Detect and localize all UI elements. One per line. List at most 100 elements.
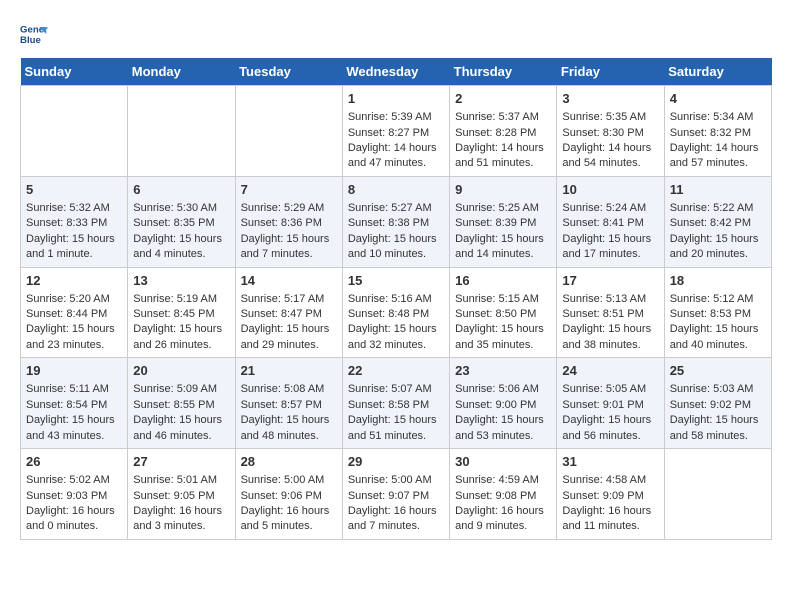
calendar-cell: 12Sunrise: 5:20 AMSunset: 8:44 PMDayligh… <box>21 267 128 358</box>
svg-text:Blue: Blue <box>20 35 41 46</box>
day-info-line: and 32 minutes. <box>348 338 444 353</box>
day-info-line: Daylight: 15 hours <box>348 413 444 428</box>
day-info-line: Sunrise: 5:39 AM <box>348 110 444 125</box>
day-number: 2 <box>455 90 551 108</box>
day-info-line: Daylight: 16 hours <box>455 504 551 519</box>
day-info-line: Sunset: 9:02 PM <box>670 398 766 413</box>
day-info-line: Sunrise: 5:29 AM <box>241 201 337 216</box>
calendar-cell: 20Sunrise: 5:09 AMSunset: 8:55 PMDayligh… <box>128 358 235 449</box>
day-info-line: Sunset: 8:38 PM <box>348 216 444 231</box>
day-info-line: Daylight: 16 hours <box>348 504 444 519</box>
day-info-line: Daylight: 14 hours <box>455 141 551 156</box>
day-info-line: Daylight: 14 hours <box>562 141 658 156</box>
day-info-line: and 53 minutes. <box>455 429 551 444</box>
day-info-line: Sunset: 8:32 PM <box>670 126 766 141</box>
week-row-4: 19Sunrise: 5:11 AMSunset: 8:54 PMDayligh… <box>21 358 772 449</box>
day-info-line: Daylight: 15 hours <box>241 413 337 428</box>
day-info-line: Sunrise: 5:02 AM <box>26 473 122 488</box>
day-info-line: and 38 minutes. <box>562 338 658 353</box>
day-info-line: Sunrise: 5:07 AM <box>348 382 444 397</box>
calendar-cell: 30Sunrise: 4:59 AMSunset: 9:08 PMDayligh… <box>450 449 557 540</box>
calendar-cell <box>664 449 771 540</box>
day-info-line: and 48 minutes. <box>241 429 337 444</box>
header-row: SundayMondayTuesdayWednesdayThursdayFrid… <box>21 58 772 86</box>
week-row-3: 12Sunrise: 5:20 AMSunset: 8:44 PMDayligh… <box>21 267 772 358</box>
calendar-body: 1Sunrise: 5:39 AMSunset: 8:27 PMDaylight… <box>21 86 772 540</box>
day-info-line: Sunrise: 5:01 AM <box>133 473 229 488</box>
week-row-1: 1Sunrise: 5:39 AMSunset: 8:27 PMDaylight… <box>21 86 772 177</box>
day-info-line: Sunrise: 5:15 AM <box>455 292 551 307</box>
day-info-line: Sunrise: 5:30 AM <box>133 201 229 216</box>
day-info-line: Sunset: 8:30 PM <box>562 126 658 141</box>
day-header-tuesday: Tuesday <box>235 58 342 86</box>
day-number: 19 <box>26 362 122 380</box>
calendar-cell: 15Sunrise: 5:16 AMSunset: 8:48 PMDayligh… <box>342 267 449 358</box>
day-info-line: Sunset: 9:05 PM <box>133 489 229 504</box>
calendar-cell: 1Sunrise: 5:39 AMSunset: 8:27 PMDaylight… <box>342 86 449 177</box>
week-row-2: 5Sunrise: 5:32 AMSunset: 8:33 PMDaylight… <box>21 176 772 267</box>
day-info-line: Sunset: 9:03 PM <box>26 489 122 504</box>
day-header-sunday: Sunday <box>21 58 128 86</box>
day-info-line: Sunset: 8:47 PM <box>241 307 337 322</box>
day-header-saturday: Saturday <box>664 58 771 86</box>
day-info-line: and 4 minutes. <box>133 247 229 262</box>
day-header-thursday: Thursday <box>450 58 557 86</box>
day-info-line: Daylight: 15 hours <box>455 232 551 247</box>
week-row-5: 26Sunrise: 5:02 AMSunset: 9:03 PMDayligh… <box>21 449 772 540</box>
day-info-line: Sunrise: 5:27 AM <box>348 201 444 216</box>
day-number: 6 <box>133 181 229 199</box>
calendar-cell: 9Sunrise: 5:25 AMSunset: 8:39 PMDaylight… <box>450 176 557 267</box>
day-number: 24 <box>562 362 658 380</box>
calendar-cell: 16Sunrise: 5:15 AMSunset: 8:50 PMDayligh… <box>450 267 557 358</box>
day-info-line: Sunset: 9:09 PM <box>562 489 658 504</box>
day-info-line: Daylight: 15 hours <box>670 322 766 337</box>
day-info-line: Daylight: 14 hours <box>670 141 766 156</box>
day-info-line: and 51 minutes. <box>348 429 444 444</box>
day-info-line: Daylight: 15 hours <box>670 413 766 428</box>
calendar-cell: 5Sunrise: 5:32 AMSunset: 8:33 PMDaylight… <box>21 176 128 267</box>
day-info-line: Sunset: 9:08 PM <box>455 489 551 504</box>
day-number: 1 <box>348 90 444 108</box>
calendar-cell: 6Sunrise: 5:30 AMSunset: 8:35 PMDaylight… <box>128 176 235 267</box>
calendar-cell: 4Sunrise: 5:34 AMSunset: 8:32 PMDaylight… <box>664 86 771 177</box>
day-info-line: Sunrise: 5:25 AM <box>455 201 551 216</box>
day-info-line: Sunset: 8:51 PM <box>562 307 658 322</box>
calendar-cell <box>235 86 342 177</box>
calendar-cell: 22Sunrise: 5:07 AMSunset: 8:58 PMDayligh… <box>342 358 449 449</box>
calendar-cell: 10Sunrise: 5:24 AMSunset: 8:41 PMDayligh… <box>557 176 664 267</box>
day-info-line: and 0 minutes. <box>26 519 122 534</box>
day-info-line: and 5 minutes. <box>241 519 337 534</box>
calendar-cell <box>128 86 235 177</box>
day-info-line: and 54 minutes. <box>562 156 658 171</box>
day-info-line: Sunset: 9:07 PM <box>348 489 444 504</box>
day-info-line: Daylight: 15 hours <box>348 232 444 247</box>
day-info-line: and 17 minutes. <box>562 247 658 262</box>
day-info-line: Daylight: 16 hours <box>133 504 229 519</box>
day-info-line: and 23 minutes. <box>26 338 122 353</box>
day-info-line: Daylight: 15 hours <box>348 322 444 337</box>
day-info-line: and 7 minutes. <box>348 519 444 534</box>
day-info-line: Daylight: 15 hours <box>455 322 551 337</box>
logo: General Blue <box>20 20 48 48</box>
day-info-line: Daylight: 15 hours <box>26 322 122 337</box>
day-number: 13 <box>133 272 229 290</box>
day-info-line: Sunset: 8:58 PM <box>348 398 444 413</box>
day-info-line: Daylight: 15 hours <box>133 413 229 428</box>
day-number: 18 <box>670 272 766 290</box>
day-number: 17 <box>562 272 658 290</box>
day-info-line: Sunrise: 5:32 AM <box>26 201 122 216</box>
calendar-cell: 11Sunrise: 5:22 AMSunset: 8:42 PMDayligh… <box>664 176 771 267</box>
day-info-line: Daylight: 15 hours <box>562 413 658 428</box>
calendar-cell: 27 Sunrise: 5:01 AMSunset: 9:05 PMDayligh… <box>128 449 235 540</box>
day-info-line: and 57 minutes. <box>670 156 766 171</box>
day-info-line: Sunrise: 5:09 AM <box>133 382 229 397</box>
day-info-line: Sunrise: 5:11 AM <box>26 382 122 397</box>
calendar-cell: 24Sunrise: 5:05 AMSunset: 9:01 PMDayligh… <box>557 358 664 449</box>
day-info-line: Daylight: 15 hours <box>26 232 122 247</box>
calendar-cell: 19Sunrise: 5:11 AMSunset: 8:54 PMDayligh… <box>21 358 128 449</box>
day-number: 28 <box>241 453 337 471</box>
day-info-line: Daylight: 15 hours <box>562 322 658 337</box>
day-info-line: Sunrise: 5:00 AM <box>241 473 337 488</box>
day-number: 27 <box>133 453 229 471</box>
day-info-line: and 29 minutes. <box>241 338 337 353</box>
